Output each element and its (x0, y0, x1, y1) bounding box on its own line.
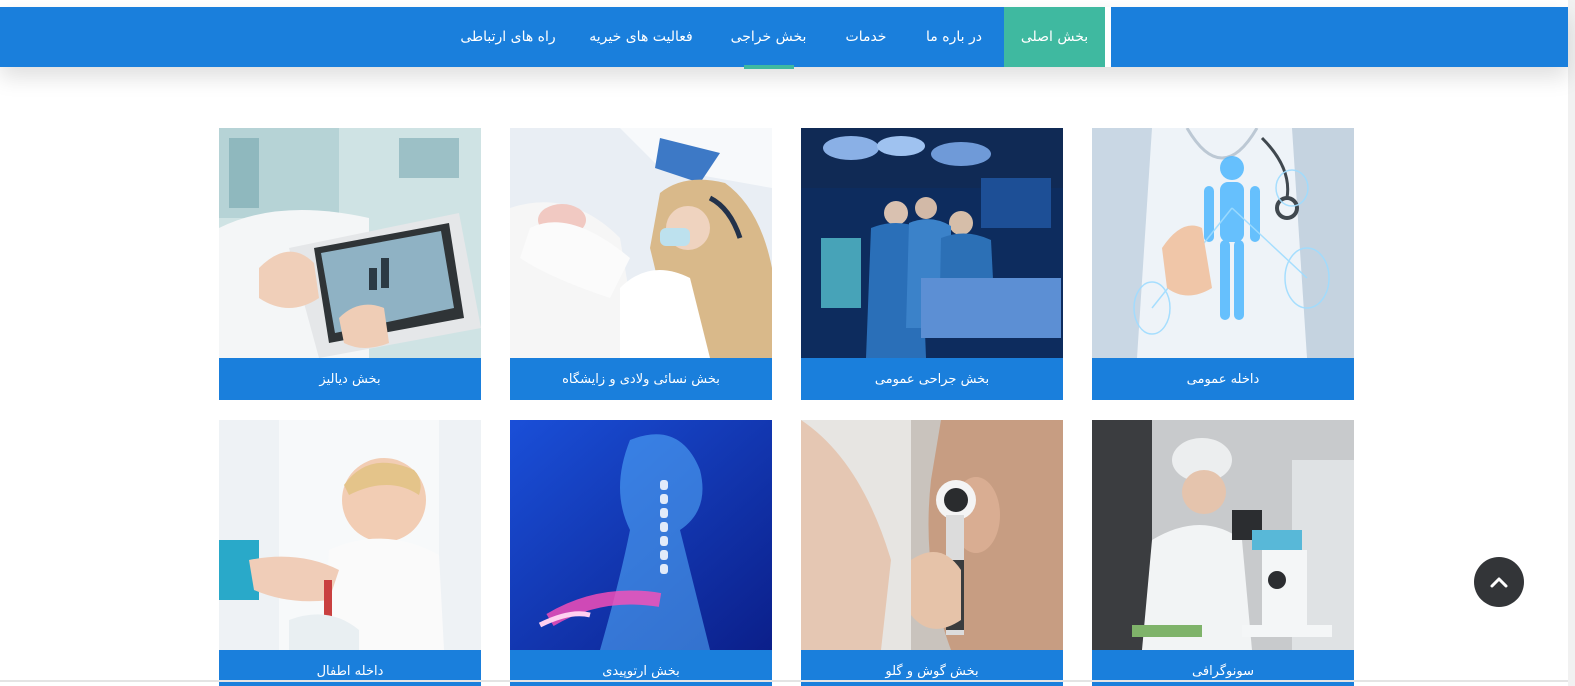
scroll-to-top-button[interactable] (1474, 557, 1524, 607)
nav-item-charity[interactable]: فعالیت های خیریه (573, 7, 709, 67)
nav-item-home[interactable]: بخش اصلی (1004, 7, 1111, 67)
department-card[interactable]: بخش نسائی ولادی و زایشگاه (510, 128, 772, 400)
department-card[interactable]: بخش ارتوپیدی (510, 420, 772, 686)
page-scrollbar-track[interactable] (1568, 0, 1575, 686)
department-title: بخش جراحی عمومی (801, 358, 1063, 400)
department-card[interactable]: بخش گوش و گلو (801, 420, 1063, 686)
dialysis-monitor-image (219, 128, 481, 358)
department-card[interactable]: داخله اطفال (219, 420, 481, 686)
nav-item-departments[interactable]: بخش خراجی (709, 7, 828, 69)
department-card[interactable]: داخله عمومی (1092, 128, 1354, 400)
main-navbar: بخش اصلی در باره ما خدمات بخش خراجی فعال… (0, 7, 1568, 69)
department-card[interactable]: بخش دیالیز (219, 128, 481, 400)
doctor-hologram-image (1092, 128, 1354, 358)
nav-item-contact[interactable]: راه های ارتباطی (443, 7, 573, 67)
surgery-team-image (801, 128, 1063, 358)
nav-item-about[interactable]: در باره ما (904, 7, 1004, 67)
nav-item-label: فعالیت های خیریه (589, 29, 693, 45)
department-title: داخله عمومی (1092, 358, 1354, 400)
viewport-bottom-divider (0, 680, 1568, 682)
department-card[interactable]: بخش جراحی عمومی (801, 128, 1063, 400)
department-title: بخش دیالیز (219, 358, 481, 400)
nav-item-label: بخش اصلی (1020, 29, 1089, 45)
nav-menu: بخش اصلی در باره ما خدمات بخش خراجی فعال… (443, 7, 1111, 69)
child-vaccination-image (219, 420, 481, 650)
skeleton-xray-image (510, 420, 772, 650)
nav-item-label: راه های ارتباطی (460, 29, 556, 45)
nurse-newborn-image (510, 128, 772, 358)
nav-active-underline (743, 65, 794, 69)
department-card[interactable]: سونوگرافی (1092, 420, 1354, 686)
nav-item-label: خدمات (845, 29, 887, 45)
chevron-up-icon (1490, 577, 1508, 588)
department-title: بخش نسائی ولادی و زایشگاه (510, 358, 772, 400)
nav-item-label: در باره ما (926, 29, 982, 45)
nav-item-services[interactable]: خدمات (828, 7, 904, 67)
lab-microscope-image (1092, 420, 1354, 650)
nav-item-label: بخش خراجی (730, 29, 807, 45)
ear-examination-image (801, 420, 1063, 650)
